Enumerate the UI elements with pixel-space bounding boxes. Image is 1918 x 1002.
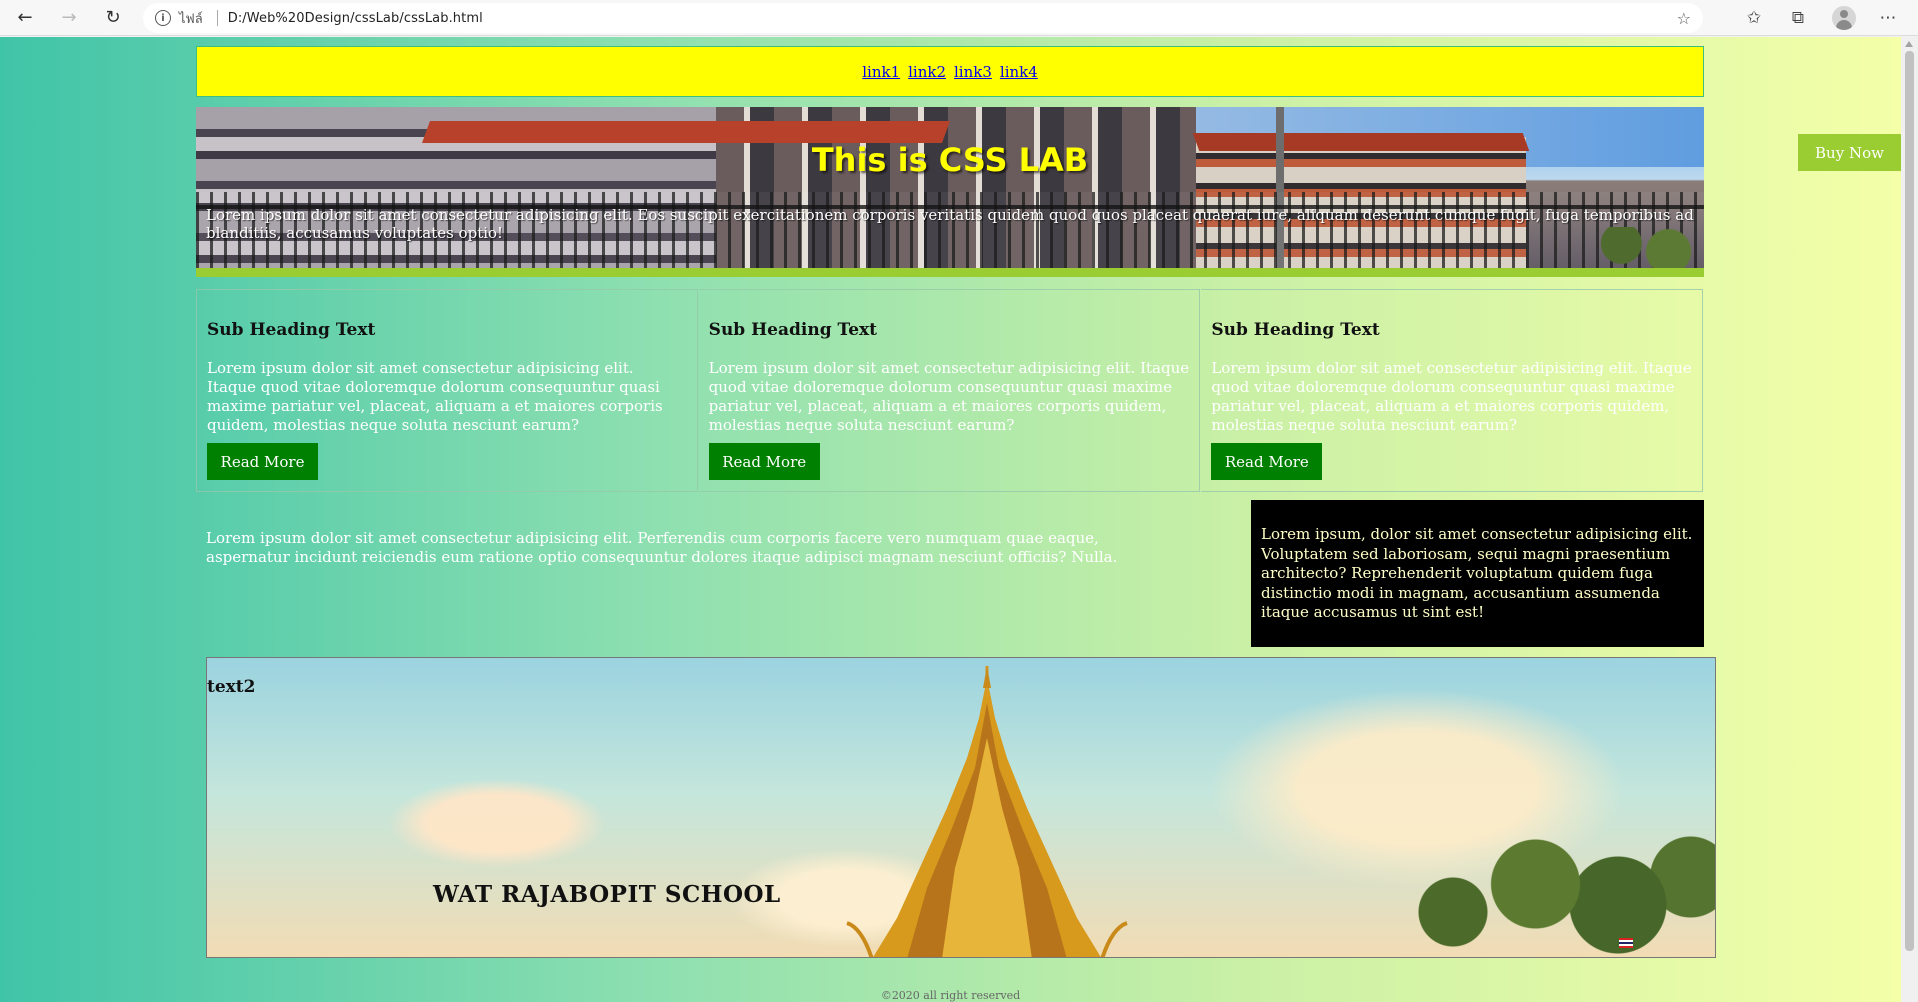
page-viewport: link1 link2 link3 link4 This is CSS LAB … <box>0 37 1901 1002</box>
profile-avatar-icon[interactable] <box>1832 6 1856 30</box>
feature-card: Sub Heading Text Lorem ipsum dolor sit a… <box>196 289 698 492</box>
file-scheme-label: ไฟล์ <box>179 11 203 27</box>
feature-card: Sub Heading Text Lorem ipsum dolor sit a… <box>698 289 1201 492</box>
back-arrow-icon[interactable]: ← <box>13 6 37 30</box>
more-menu-icon[interactable]: ⋯ <box>1876 6 1900 30</box>
feature-card: Sub Heading Text Lorem ipsum dolor sit a… <box>1201 289 1704 492</box>
hero-bottom-bar <box>196 268 1704 277</box>
hero-section: This is CSS LAB Lorem ipsum dolor sit am… <box>196 107 1704 268</box>
article-text: Lorem ipsum dolor sit amet consectetur a… <box>206 529 1118 566</box>
address-bar[interactable]: i ไฟล์ D:/Web%20Design/cssLab/cssLab.htm… <box>143 3 1703 33</box>
url-text[interactable]: D:/Web%20Design/cssLab/cssLab.html <box>228 11 483 26</box>
card-heading: Sub Heading Text <box>1211 320 1380 340</box>
nav-link-3[interactable]: link3 <box>954 63 992 81</box>
banner-label: text2 <box>207 677 256 697</box>
top-navigation: link1 link2 link3 link4 <box>196 46 1704 97</box>
hero-roof-image <box>421 121 951 143</box>
aside-box: Lorem ipsum, dolor sit amet consectetur … <box>1251 500 1704 647</box>
read-more-button[interactable]: Read More <box>708 443 820 480</box>
card-text: Lorem ipsum dolor sit amet consectetur a… <box>708 359 1190 434</box>
scroll-up-arrow-icon[interactable] <box>1905 41 1913 47</box>
add-favorite-icon[interactable]: ☆ <box>1677 9 1691 28</box>
card-text: Lorem ipsum dolor sit amet consectetur a… <box>207 359 663 434</box>
hero-text: Lorem ipsum dolor sit amet consectetur a… <box>206 206 1694 242</box>
school-name: WAT RAJABOPIT SCHOOL <box>433 881 781 908</box>
card-heading: Sub Heading Text <box>207 320 376 340</box>
info-icon[interactable]: i <box>155 10 171 26</box>
nav-link-4[interactable]: link4 <box>1000 63 1038 81</box>
address-separator <box>216 10 218 26</box>
read-more-button[interactable]: Read More <box>207 443 318 480</box>
page-scrollbar[interactable] <box>1901 37 1918 1002</box>
card-heading: Sub Heading Text <box>708 320 878 340</box>
forward-arrow-icon[interactable]: → <box>57 6 81 30</box>
banner-tree-image <box>1387 828 1715 957</box>
reload-icon[interactable]: ↻ <box>101 6 125 30</box>
hero-title: This is CSS LAB <box>811 141 1089 179</box>
favorites-icon[interactable]: ✩ <box>1742 6 1766 30</box>
browser-toolbar: ← → ↻ i ไฟล์ D:/Web%20Design/cssLab/cssL… <box>0 0 1918 36</box>
school-banner: text2 WAT RAJABOPIT SCHOOL <box>206 657 1716 958</box>
footer-text: ©2020 all right reserved <box>880 989 1021 1002</box>
thai-flag-icon <box>1619 938 1633 948</box>
nav-link-2[interactable]: link2 <box>908 63 946 81</box>
buy-now-button[interactable]: Buy Now <box>1798 134 1901 171</box>
read-more-button[interactable]: Read More <box>1211 443 1323 480</box>
card-row: Sub Heading Text Lorem ipsum dolor sit a… <box>196 289 1704 492</box>
aside-text: Lorem ipsum, dolor sit amet consectetur … <box>1261 525 1693 621</box>
card-text: Lorem ipsum dolor sit amet consectetur a… <box>1211 359 1692 434</box>
nav-link-1[interactable]: link1 <box>862 63 900 81</box>
scrollbar-thumb[interactable] <box>1905 51 1914 951</box>
collections-icon[interactable]: ⧉ <box>1786 6 1810 30</box>
